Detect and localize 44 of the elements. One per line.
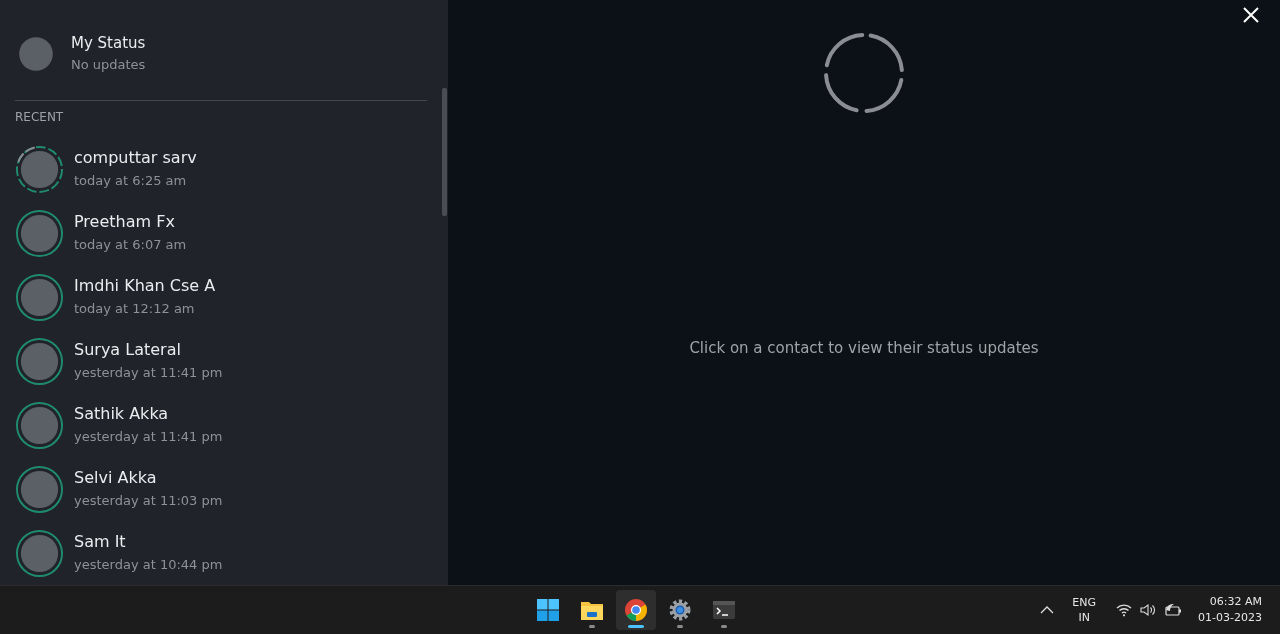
status-time: today at 6:25 am bbox=[74, 172, 188, 190]
contact-name: Imdhi Khan Cse A bbox=[74, 276, 216, 296]
language-indicator[interactable]: ENG IN bbox=[1064, 593, 1105, 627]
contact-item[interactable]: Sathik Akka yesterday at 11:41 pm bbox=[0, 393, 448, 457]
status-title: My Status bbox=[71, 33, 146, 53]
contact-name: computtar sarv bbox=[74, 148, 197, 168]
section-label: RECENT bbox=[14, 109, 65, 125]
battery-charging-icon bbox=[1164, 603, 1183, 617]
status-time: yesterday at 11:41 pm bbox=[74, 364, 223, 382]
contact-item[interactable]: Surya Lateral yesterday at 11:41 pm bbox=[0, 329, 448, 393]
contact-item[interactable]: Selvi Akka yesterday at 11:03 pm bbox=[0, 457, 448, 521]
status-time: today at 6:07 am bbox=[74, 236, 187, 254]
status-time: yesterday at 11:03 pm bbox=[74, 492, 223, 510]
clock-button[interactable]: 06:32 AM 01-03-2023 bbox=[1194, 590, 1266, 630]
terminal-icon bbox=[712, 598, 736, 622]
wifi-icon bbox=[1116, 603, 1133, 617]
status-subtitle: No updates bbox=[71, 56, 146, 74]
start-icon bbox=[536, 598, 560, 622]
taskbar-app-button[interactable] bbox=[616, 590, 656, 630]
clock-time: 06:32 AM bbox=[1209, 594, 1262, 610]
contact-name: Surya Lateral bbox=[74, 340, 182, 360]
contact-item[interactable]: Imdhi Khan Cse A today at 12:12 am bbox=[0, 265, 448, 329]
scrollbar-thumb[interactable] bbox=[442, 88, 447, 216]
contact-item[interactable]: Preetham Fx today at 6:07 am bbox=[0, 201, 448, 265]
chevron-up-icon bbox=[1040, 606, 1055, 614]
status-time: today at 12:12 am bbox=[74, 300, 196, 318]
contact-name: Sam It bbox=[74, 532, 127, 552]
close-icon bbox=[1243, 7, 1259, 23]
browser-icon bbox=[624, 598, 648, 622]
contact-name: Selvi Akka bbox=[74, 468, 158, 488]
contact-item[interactable]: Sam It yesterday at 10:44 pm bbox=[0, 521, 448, 585]
contact-name: Sathik Akka bbox=[74, 404, 170, 424]
language-code: ENG bbox=[1072, 595, 1097, 610]
loading-spinner-icon bbox=[822, 31, 906, 115]
gear-icon bbox=[668, 598, 692, 622]
status-time: yesterday at 10:44 pm bbox=[74, 556, 223, 574]
status-time: yesterday at 11:41 pm bbox=[74, 428, 223, 446]
speaker-icon bbox=[1140, 603, 1157, 617]
contact-item[interactable]: computtar sarv today at 6:25 am bbox=[0, 137, 448, 201]
empty-state-message: Click on a contact to view their status updates bbox=[689, 339, 1039, 357]
clock-date: 01-03-2023 bbox=[1198, 610, 1262, 626]
region-code: IN bbox=[1078, 610, 1090, 625]
contact-name: Preetham Fx bbox=[74, 212, 176, 232]
close-button[interactable] bbox=[1243, 7, 1259, 23]
